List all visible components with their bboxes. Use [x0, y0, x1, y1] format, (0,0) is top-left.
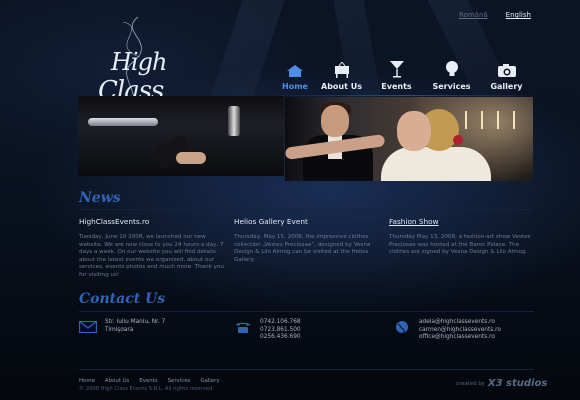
footer-link-services[interactable]: Services	[168, 378, 191, 384]
news-item-title-link[interactable]: Fashion Show	[389, 217, 534, 226]
main-nav: Home About Us Events Services Gallery	[276, 56, 534, 91]
email-link[interactable]: adela@highclassevents.ro	[419, 319, 501, 327]
nav-about-us[interactable]: About Us	[314, 56, 369, 91]
divider	[79, 311, 534, 312]
globe-icon	[393, 321, 411, 334]
news-heading: News	[79, 190, 121, 206]
address-line: Str. Iuliu Maniu, Nr. 7	[105, 319, 166, 325]
language-romanian-link[interactable]: Română	[459, 11, 488, 19]
news-item-text: Thursday, May 15, 2008, the impressive c…	[234, 234, 371, 263]
limousine-door-image	[78, 96, 284, 176]
nav-services-label: Services	[432, 82, 471, 91]
address-line: Timişoara	[105, 326, 134, 333]
lightbulb-icon	[424, 56, 479, 78]
contact-address: Str. Iuliu Maniu, Nr. 7 Timişoara	[79, 319, 165, 334]
news-item: Helios Gallery Event Thursday, May 15, 2…	[234, 217, 379, 264]
nav-events-label: Events	[381, 82, 412, 91]
phone-number: 0723.861.500	[260, 326, 301, 333]
language-english-link[interactable]: English	[506, 11, 531, 19]
credit-prefix: created by	[456, 380, 485, 387]
news-item-text: Tuesday, June 10 2008, we launched our n…	[79, 234, 224, 278]
news-item-text: Thursday May 13, 2008, a fashion-art sho…	[389, 234, 531, 256]
contact-emails: adela@highclassevents.ro carmen@highclas…	[393, 319, 501, 342]
nav-divider	[270, 95, 540, 96]
divider	[79, 209, 534, 210]
phone-icon	[234, 321, 252, 333]
page: Română English High Class events Home Ab…	[0, 0, 580, 400]
footer-link-about-us[interactable]: About Us	[105, 378, 129, 384]
logo-text-high: High	[111, 48, 167, 76]
hero-couple-image	[285, 97, 533, 181]
news-item-title: Helios Gallery Event	[234, 217, 308, 226]
nav-about-us-label: About Us	[321, 82, 362, 91]
nav-gallery[interactable]: Gallery	[479, 56, 534, 91]
contact-heading: Contact Us	[79, 291, 166, 307]
camera-icon	[479, 56, 534, 78]
footer-link-home[interactable]: Home	[79, 378, 95, 384]
language-switch: Română English	[459, 11, 531, 19]
footer-link-events[interactable]: Events	[139, 378, 157, 384]
footer-nav: Home About Us Events Services Gallery	[79, 378, 220, 384]
envelope-icon	[79, 321, 97, 333]
cocktail-icon	[369, 56, 424, 78]
news-item: Fashion Show Thursday May 13, 2008, a fa…	[389, 217, 534, 257]
phone-number: 0256.436.690	[260, 334, 301, 341]
nav-gallery-label: Gallery	[490, 82, 523, 91]
copyright: © 2008 High Class Events S.R.L. All righ…	[79, 386, 215, 392]
news-item-title: HighClassEvents.ro	[79, 217, 150, 226]
sign-icon	[314, 56, 369, 78]
nav-services[interactable]: Services	[424, 56, 479, 91]
email-link[interactable]: office@highclassevents.ro	[419, 334, 501, 342]
nav-events[interactable]: Events	[369, 56, 424, 91]
divider	[79, 369, 534, 370]
footer-link-gallery[interactable]: Gallery	[200, 378, 219, 384]
home-icon	[276, 56, 314, 78]
phone-number: 0742.106.768	[260, 319, 301, 325]
nav-home-label: Home	[282, 82, 308, 91]
contact-phones: 0742.106.768 0723.861.500 0256.436.690	[234, 319, 301, 342]
nav-home[interactable]: Home	[276, 56, 314, 91]
news-item: HighClassEvents.ro Tuesday, June 10 2008…	[79, 217, 224, 280]
credit[interactable]: created by X3 studios	[456, 378, 547, 389]
email-link[interactable]: carmen@highclassevents.ro	[419, 327, 501, 335]
studio-logo: X3 studios	[487, 378, 548, 389]
